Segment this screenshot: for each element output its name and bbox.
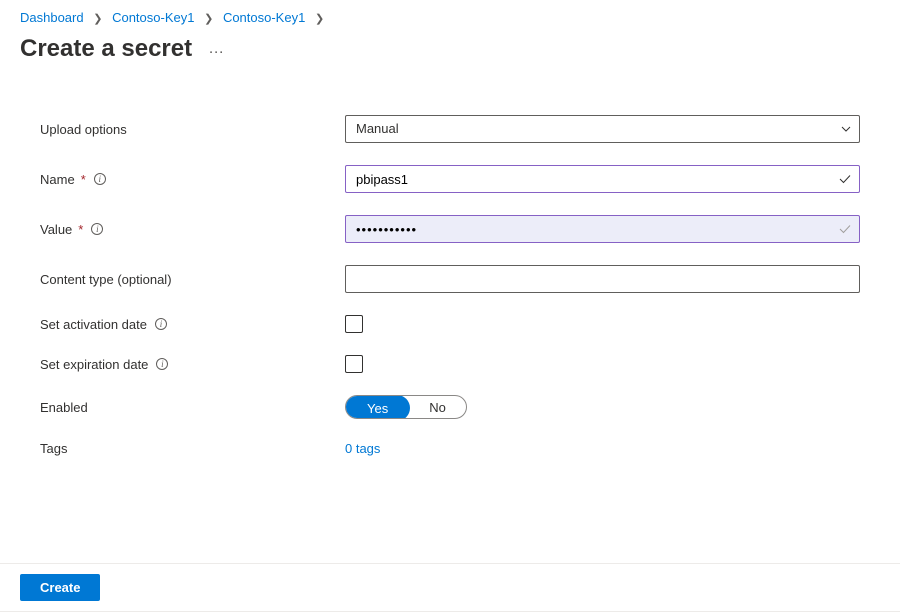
enabled-yes-button[interactable]: Yes <box>345 395 410 419</box>
required-asterisk: * <box>78 222 83 237</box>
expiration-date-checkbox[interactable] <box>345 355 363 373</box>
page-title: Create a secret <box>20 35 192 63</box>
breadcrumb-dashboard[interactable]: Dashboard <box>20 10 84 25</box>
upload-options-label: Upload options <box>40 122 345 137</box>
content-type-label: Content type (optional) <box>40 272 345 287</box>
create-button[interactable]: Create <box>20 574 100 601</box>
secret-form: Upload options Manual Name * i Value * i <box>0 79 900 456</box>
tags-label: Tags <box>40 441 345 456</box>
value-label: Value * i <box>40 222 345 237</box>
breadcrumb-contoso-key1[interactable]: Contoso-Key1 <box>112 10 194 25</box>
info-icon[interactable]: i <box>155 318 167 330</box>
upload-options-select[interactable]: Manual <box>345 115 860 143</box>
more-icon[interactable]: … <box>208 40 226 58</box>
required-asterisk: * <box>81 172 86 187</box>
name-input[interactable] <box>345 165 860 193</box>
page-header: Create a secret … <box>0 31 900 79</box>
activation-date-checkbox[interactable] <box>345 315 363 333</box>
chevron-right-icon: ❯ <box>315 13 324 25</box>
info-icon[interactable]: i <box>94 173 106 185</box>
content-type-input[interactable] <box>345 265 860 293</box>
enabled-toggle: Yes No <box>345 395 467 419</box>
info-icon[interactable]: i <box>91 223 103 235</box>
chevron-right-icon: ❯ <box>204 13 213 25</box>
tags-link[interactable]: 0 tags <box>345 441 380 456</box>
name-label: Name * i <box>40 172 345 187</box>
footer: Create <box>0 563 900 612</box>
value-input[interactable] <box>345 215 860 243</box>
chevron-right-icon: ❯ <box>93 13 102 25</box>
enabled-label: Enabled <box>40 400 345 415</box>
enabled-no-button[interactable]: No <box>409 396 466 418</box>
activation-date-label: Set activation date i <box>40 317 345 332</box>
expiration-date-label: Set expiration date i <box>40 357 345 372</box>
breadcrumb: Dashboard ❯ Contoso-Key1 ❯ Contoso-Key1 … <box>0 0 900 31</box>
info-icon[interactable]: i <box>156 358 168 370</box>
breadcrumb-contoso-key1-2[interactable]: Contoso-Key1 <box>223 10 305 25</box>
